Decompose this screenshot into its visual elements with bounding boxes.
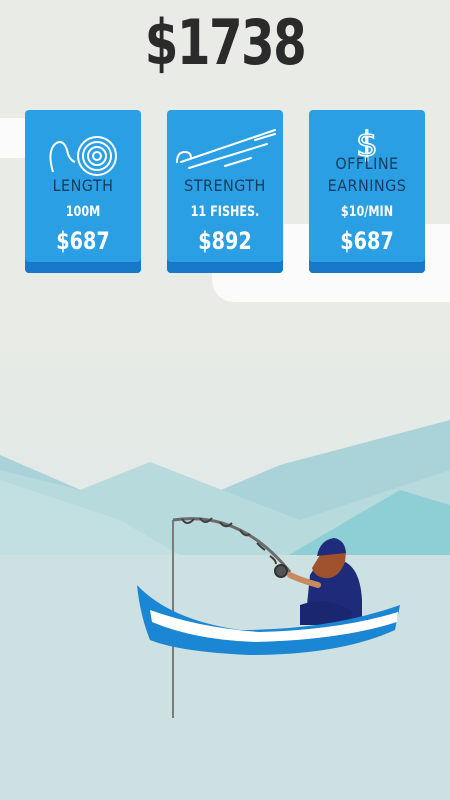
upgrade-offline-price: $687 xyxy=(340,227,394,255)
water xyxy=(0,555,450,800)
upgrade-strength-title: STRENGTH xyxy=(184,176,266,195)
upgrade-strength-button[interactable]: STRENGTH 11 FISHES. $892 xyxy=(167,110,283,273)
rope-coil-icon xyxy=(25,122,141,176)
upgrade-length-price: $687 xyxy=(56,227,110,255)
upgrade-offline-title-line2: EARNINGS xyxy=(327,176,407,195)
reel xyxy=(274,564,288,578)
upgrade-length-title: LENGTH xyxy=(52,176,114,195)
hook-line-icon xyxy=(167,122,283,176)
balance-display: $1738 xyxy=(144,6,307,79)
upgrade-length-button[interactable]: LENGTH 100M $687 xyxy=(25,110,141,273)
upgrade-strength-price: $892 xyxy=(198,227,252,255)
upgrade-length-value: 100M xyxy=(65,204,101,220)
upgrade-strength-value: 11 FISHES. xyxy=(190,204,260,220)
upgrade-offline-value: $10/MIN xyxy=(340,204,394,220)
upgrade-offline-title-line1: OFFLINE xyxy=(335,154,399,173)
upgrade-offline-earnings-button[interactable]: $ OFFLINE EARNINGS $10/MIN $687 xyxy=(309,110,425,273)
